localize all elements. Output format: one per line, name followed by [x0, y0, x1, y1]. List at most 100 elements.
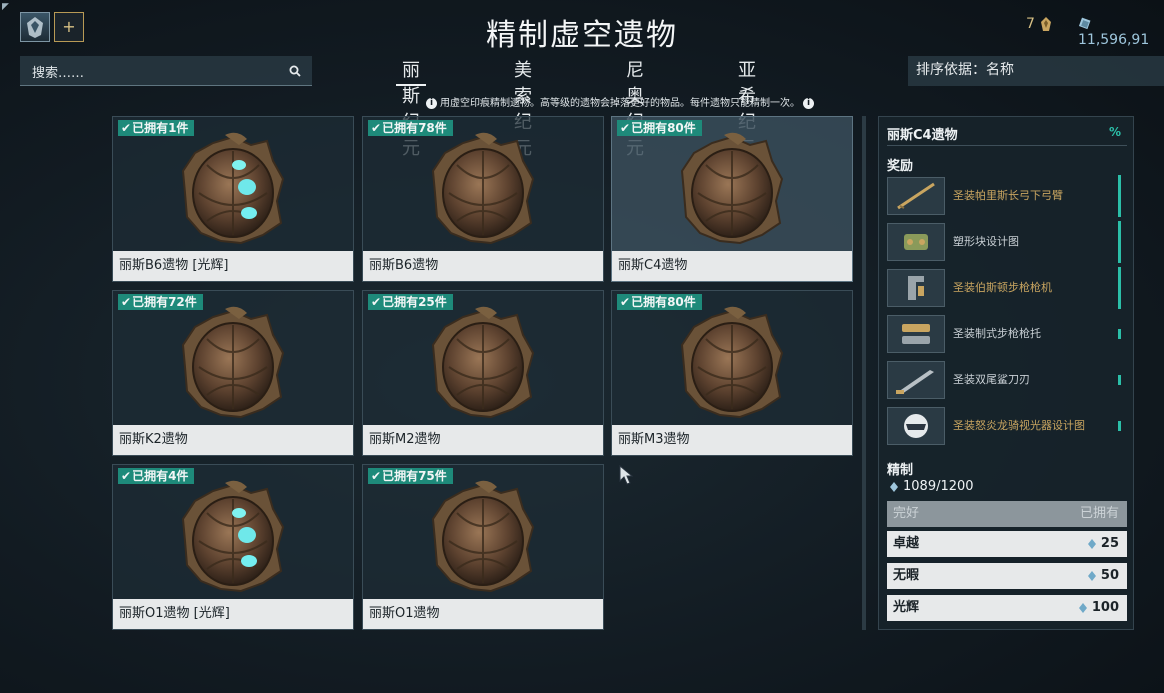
- refine-cost: 100: [1078, 595, 1119, 621]
- reward-thumbnail: [887, 223, 945, 261]
- refine-level-label: 无暇: [893, 568, 920, 583]
- credits-display: 11,596,91: [1078, 16, 1164, 48]
- refine-cost-value: 25: [1100, 536, 1119, 551]
- check-icon: ✔: [620, 121, 631, 135]
- rarity-indicator: [1118, 375, 1121, 385]
- refine-flawless-button[interactable]: 无暇 50: [887, 563, 1127, 589]
- radiant-relic-icon: [181, 480, 285, 593]
- reward-name: 圣装伯斯顿步枪枪机: [953, 281, 1052, 294]
- reward-thumbnail: [887, 177, 945, 215]
- refine-level-label: 卓越: [893, 536, 920, 551]
- helmet-icon: [904, 414, 928, 438]
- relic-card[interactable]: ✔已拥有78件 丽斯B6遗物: [362, 116, 604, 282]
- info-icon: i: [426, 97, 437, 109]
- refine-hint: i 用虚空印痕精制遗物。高等级的遗物会掉落更好的物品。每件遗物只能精制一次。 i: [0, 94, 1164, 109]
- tab-lith[interactable]: 丽斯纪元: [396, 58, 426, 159]
- refine-level-label: 光辉: [893, 600, 920, 615]
- receiver-icon: [908, 276, 924, 300]
- platinum-display: 7: [1026, 16, 1055, 32]
- relic-icon: [431, 132, 535, 245]
- relic-name: 丽斯B6遗物: [363, 251, 603, 281]
- search-placeholder: 搜索……: [32, 66, 85, 81]
- rarity-indicator: [1118, 267, 1121, 309]
- void-trace-icon: [1087, 538, 1096, 549]
- refine-cost-value: 50: [1100, 568, 1119, 583]
- relic-card[interactable]: ✔已拥有72件 丽斯K2遗物: [112, 290, 354, 456]
- relic-name: 丽斯M3遗物: [612, 425, 852, 455]
- panel-divider: [862, 116, 866, 630]
- mouse-cursor-icon: [619, 464, 634, 485]
- reward-item[interactable]: 圣装怒炎龙骑视光器设计图: [885, 405, 1123, 447]
- relic-card[interactable]: ✔已拥有4件 丽斯O1遗物 [光辉]: [112, 464, 354, 630]
- credits-icon: [1078, 17, 1091, 30]
- reward-name: 圣装帕里斯长弓下弓臂: [953, 189, 1063, 202]
- top-bar: ◤ + 精制虚空遗物 7 11,596,91: [0, 0, 1164, 56]
- relic-icon: [431, 480, 535, 593]
- platinum-icon: [1041, 17, 1052, 31]
- relic-name: 丽斯C4遗物: [612, 251, 852, 281]
- relic-card[interactable]: ✔已拥有75件 丽斯O1遗物: [362, 464, 604, 630]
- reward-item[interactable]: 圣装帕里斯长弓下弓臂: [885, 175, 1123, 217]
- check-icon: ✔: [371, 295, 382, 309]
- search-input[interactable]: 搜索……: [20, 56, 312, 86]
- void-trace-icon: [1087, 570, 1096, 581]
- divider: [887, 145, 1127, 146]
- relic-icon: [680, 132, 784, 245]
- refine-intact-button[interactable]: 完好 已拥有: [887, 501, 1127, 527]
- tab-axi[interactable]: 亚希纪元: [732, 58, 762, 159]
- relic-detail-panel: 丽斯C4遗物 % 奖励 圣装帕里斯长弓下弓臂 塑形块设计图 圣装伯斯顿步枪枪机 …: [878, 116, 1134, 630]
- relic-icon: [680, 306, 784, 419]
- relic-card[interactable]: ✔已拥有1件 丽斯B6遗物 [光辉]: [112, 116, 354, 282]
- stock-icon: [902, 324, 930, 344]
- void-trace-icon: [890, 481, 898, 492]
- credits-amount: 11,596,91: [1078, 32, 1150, 48]
- info-icon-help[interactable]: i: [803, 97, 814, 109]
- reward-name: 圣装双尾鲨刀刃: [953, 373, 1030, 386]
- reward-name: 圣装制式步枪枪托: [953, 327, 1041, 340]
- relic-name: 丽斯M2遗物: [363, 425, 603, 455]
- tab-meso[interactable]: 美索纪元: [508, 58, 538, 159]
- reward-item[interactable]: 圣装制式步枪枪托: [885, 313, 1123, 355]
- relic-card[interactable]: ✔已拥有25件 丽斯M2遗物: [362, 290, 604, 456]
- panel-title: 丽斯C4遗物: [887, 128, 958, 143]
- rarity-indicator: [1118, 329, 1121, 339]
- relic-name: 丽斯B6遗物 [光辉]: [113, 251, 353, 281]
- rarity-indicator: [1118, 421, 1121, 431]
- relic-card-selected[interactable]: ✔已拥有80件 丽斯C4遗物: [611, 116, 853, 282]
- reward-thumbnail: [887, 269, 945, 307]
- tab-neo[interactable]: 尼奥纪元: [620, 58, 650, 159]
- search-icon[interactable]: [288, 64, 302, 78]
- sort-dropdown[interactable]: 排序依据：名称: [908, 56, 1164, 86]
- radiant-relic-icon: [181, 132, 285, 245]
- reward-name: 圣装怒炎龙骑视光器设计图: [953, 419, 1085, 432]
- refine-cost: 25: [1087, 531, 1119, 557]
- refine-radiant-button[interactable]: 光辉 100: [887, 595, 1127, 621]
- reward-item[interactable]: 圣装伯斯顿步枪枪机: [885, 267, 1123, 309]
- relic-name: 丽斯O1遗物 [光辉]: [113, 599, 353, 629]
- blade-icon: [896, 370, 934, 394]
- drop-chance-toggle[interactable]: %: [1109, 125, 1121, 139]
- reward-item[interactable]: 塑形块设计图: [885, 221, 1123, 263]
- rarity-indicator: [1118, 221, 1121, 263]
- rewards-heading: 奖励: [887, 159, 914, 174]
- check-icon: ✔: [121, 121, 132, 135]
- refine-level-label: 完好: [893, 506, 920, 521]
- relic-card[interactable]: ✔已拥有80件 丽斯M3遗物: [611, 290, 853, 456]
- reward-item[interactable]: 圣装双尾鲨刀刃: [885, 359, 1123, 401]
- refine-heading: 精制: [887, 463, 914, 478]
- forma-icon: [904, 234, 928, 250]
- refine-cost: 50: [1087, 563, 1119, 589]
- refine-exceptional-button[interactable]: 卓越 25: [887, 531, 1127, 557]
- traces-value: 1089/1200: [903, 479, 974, 494]
- rarity-indicator: [1118, 175, 1121, 217]
- relic-name: 丽斯O1遗物: [363, 599, 603, 629]
- reward-thumbnail: [887, 315, 945, 353]
- check-icon: ✔: [121, 469, 132, 483]
- reward-thumbnail: [887, 361, 945, 399]
- refine-cost-value: 100: [1091, 600, 1119, 615]
- void-trace-icon: [1078, 602, 1087, 613]
- relic-icon: [181, 306, 285, 419]
- reward-name: 塑形块设计图: [953, 235, 1019, 248]
- check-icon: ✔: [620, 295, 631, 309]
- check-icon: ✔: [371, 121, 382, 135]
